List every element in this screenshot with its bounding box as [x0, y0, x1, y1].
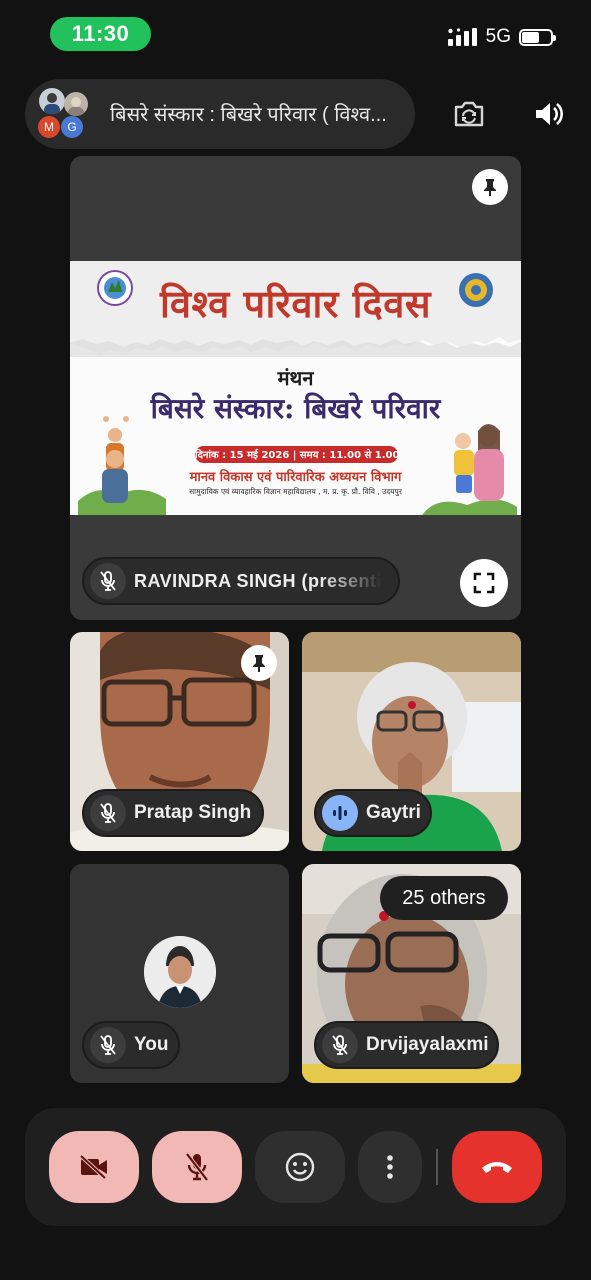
participant-name-chip: Pratap Singh — [82, 789, 264, 837]
presenter-label-chip: RAVINDRA SINGH (presenti — [82, 557, 400, 605]
mic-off-icon-wrap — [90, 1027, 126, 1063]
mic-off-icon-wrap — [90, 563, 126, 599]
switch-camera-button[interactable] — [449, 94, 489, 134]
audio-level-icon — [333, 806, 347, 820]
slide-date-line: दिनांक : 15 मई 2026 | समय : 11.00 से 1.0… — [195, 450, 400, 461]
audio-output-button[interactable] — [528, 94, 568, 134]
emoji-icon — [285, 1152, 315, 1182]
pin-participant-button[interactable] — [241, 645, 277, 681]
mic-off-icon — [100, 803, 116, 823]
participant-name-chip: Drvijayalaxmi — [314, 1021, 499, 1069]
presenter-name: RAVINDRA SINGH (presenti — [134, 570, 383, 591]
avatar — [39, 88, 65, 114]
camera-off-icon — [79, 1154, 107, 1180]
meeting-title[interactable]: बिसरे संस्कार : बिखरे परिवार ( विश्व... — [110, 100, 400, 127]
avatar-initial-g: G — [61, 116, 83, 138]
switch-camera-icon — [454, 101, 484, 127]
avatar — [144, 936, 216, 1008]
pin-presentation-button[interactable] — [472, 169, 508, 205]
mic-off-icon-wrap — [322, 1027, 358, 1063]
participant-name-chip: You — [82, 1021, 180, 1069]
shared-slide: विश्व परिवार दिवस मंथन बिसरे संस्कार: बि… — [70, 261, 521, 515]
fullscreen-icon — [473, 572, 495, 594]
camera-toggle-button[interactable] — [49, 1131, 139, 1203]
speaker-icon — [536, 103, 563, 125]
pin-icon — [253, 655, 265, 672]
participant-name: Drvijayalaxmi — [366, 1034, 489, 1055]
participant-avatars: M G — [30, 86, 90, 140]
network-type: 5G — [485, 26, 511, 47]
participant-name: You — [134, 1034, 169, 1055]
slide-college: सामुदायिक एवं व्यावहारिक विज्ञान महाविद्… — [189, 487, 402, 496]
mic-off-icon — [100, 1035, 116, 1055]
speaking-indicator — [322, 795, 358, 831]
slide-heading: विश्व परिवार दिवस — [159, 281, 432, 326]
more-vertical-icon — [387, 1155, 393, 1179]
battery-icon — [519, 28, 556, 46]
end-call-button[interactable] — [452, 1131, 542, 1203]
signal-icon — [447, 28, 477, 46]
slide-theme: बिसरे संस्कार: बिखरे परिवार — [150, 392, 441, 425]
participant-name-chip: Gaytri — [314, 789, 432, 837]
avatar-initial-m: M — [38, 116, 60, 138]
avatar — [64, 92, 88, 116]
controls-divider — [436, 1149, 438, 1185]
mic-off-icon-wrap — [90, 795, 126, 831]
status-indicators: 5G — [447, 24, 556, 50]
mic-off-icon — [332, 1035, 348, 1055]
reactions-button[interactable] — [255, 1131, 345, 1203]
status-time: 11:30 — [50, 17, 151, 51]
participant-name: Gaytri — [366, 802, 421, 823]
fullscreen-button[interactable] — [460, 559, 508, 607]
more-options-button[interactable] — [358, 1131, 422, 1203]
mic-off-icon — [185, 1152, 209, 1182]
microphone-toggle-button[interactable] — [152, 1131, 242, 1203]
others-count-badge[interactable]: 25 others — [380, 876, 508, 920]
mic-off-icon — [100, 571, 116, 591]
hang-up-icon — [482, 1162, 512, 1173]
participant-name: Pratap Singh — [134, 802, 252, 823]
slide-department: मानव विकास एवं पारिवारिक अध्ययन विभाग — [189, 470, 402, 485]
slide-subheading: मंथन — [277, 366, 314, 390]
pin-icon — [484, 179, 496, 196]
